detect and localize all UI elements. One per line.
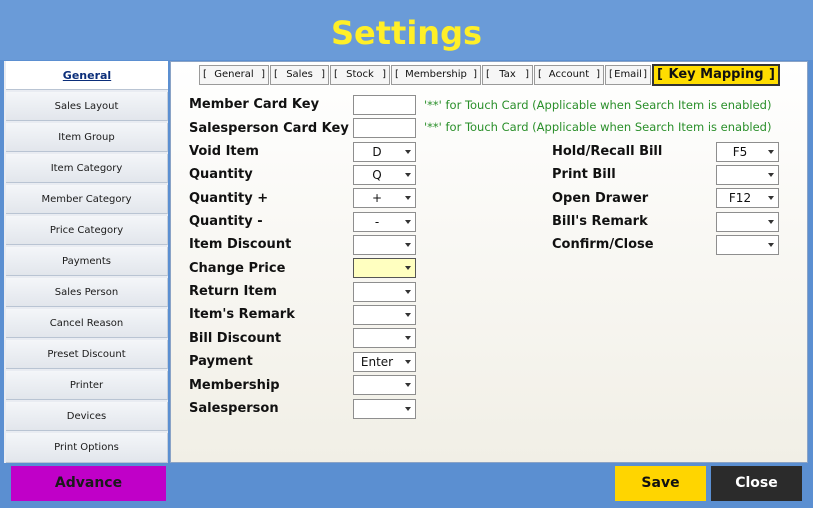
sidebar-item-general[interactable]: General [6, 61, 168, 90]
sidebar-item-item-group[interactable]: Item Group [6, 123, 168, 152]
tab-tax[interactable]: [Tax] [482, 65, 533, 85]
sidebar: General Sales Layout Item Group Item Cat… [4, 61, 168, 463]
quantity-plus-select[interactable]: + [353, 188, 416, 208]
chevron-down-icon [405, 173, 411, 177]
advance-button[interactable]: Advance [11, 466, 166, 501]
salesperson-card-key-label: Salesperson Card Key [189, 121, 349, 136]
payment-select[interactable]: Enter [353, 352, 416, 372]
sidebar-item-price-category[interactable]: Price Category [6, 216, 168, 245]
item-discount-select[interactable] [353, 235, 416, 255]
chevron-down-icon [768, 243, 774, 247]
return-item-label: Return Item [189, 284, 277, 299]
change-price-select[interactable] [353, 258, 416, 278]
sidebar-item-cancel-reason[interactable]: Cancel Reason [6, 309, 168, 338]
tab-sales[interactable]: [Sales] [270, 65, 329, 85]
confirm-close-label: Confirm/Close [552, 237, 654, 252]
change-price-label: Change Price [189, 261, 286, 276]
tab-general[interactable]: [General] [199, 65, 269, 85]
member-card-key-input[interactable] [353, 95, 416, 115]
sidebar-item-printer[interactable]: Printer [6, 371, 168, 400]
page-title: Settings [330, 14, 483, 52]
chevron-down-icon [405, 243, 411, 247]
sidebar-item-payments[interactable]: Payments [6, 247, 168, 276]
membership-select[interactable] [353, 375, 416, 395]
sidebar-item-sales-layout[interactable]: Sales Layout [6, 92, 168, 121]
return-item-select[interactable] [353, 282, 416, 302]
chevron-down-icon [405, 383, 411, 387]
tab-membership[interactable]: [Membership] [391, 65, 481, 85]
sidebar-item-preset-discount[interactable]: Preset Discount [6, 340, 168, 369]
tab-key-mapping[interactable]: [Key Mapping] [652, 64, 780, 86]
salesperson-card-key-note: '**' for Touch Card (Applicable when Sea… [424, 120, 772, 134]
sidebar-item-devices[interactable]: Devices [6, 402, 168, 431]
item-discount-label: Item Discount [189, 237, 292, 252]
quantity-minus-label: Quantity - [189, 214, 263, 229]
tab-account[interactable]: [Account] [534, 65, 604, 85]
bill-remark-select[interactable] [716, 212, 779, 232]
bill-discount-select[interactable] [353, 328, 416, 348]
member-card-key-note: '**' for Touch Card (Applicable when Sea… [424, 98, 772, 112]
chevron-down-icon [405, 407, 411, 411]
save-button[interactable]: Save [615, 466, 706, 501]
item-remark-select[interactable] [353, 305, 416, 325]
sidebar-item-member-category[interactable]: Member Category [6, 185, 168, 214]
chevron-down-icon [405, 196, 411, 200]
chevron-down-icon [405, 150, 411, 154]
salesperson-card-key-input[interactable] [353, 118, 416, 138]
tab-stock[interactable]: [Stock] [330, 65, 390, 85]
item-remark-label: Item's Remark [189, 307, 295, 322]
tab-email[interactable]: [Email] [605, 65, 651, 85]
payment-label: Payment [189, 354, 253, 369]
chevron-down-icon [405, 336, 411, 340]
chevron-down-icon [405, 290, 411, 294]
print-bill-label: Print Bill [552, 167, 616, 182]
quantity-select[interactable]: Q [353, 165, 416, 185]
confirm-close-select[interactable] [716, 235, 779, 255]
chevron-down-icon [405, 360, 411, 364]
salesperson-label: Salesperson [189, 401, 279, 416]
member-card-key-label: Member Card Key [189, 97, 320, 112]
open-drawer-select[interactable]: F12 [716, 188, 779, 208]
hold-recall-bill-label: Hold/Recall Bill [552, 144, 663, 159]
chevron-down-icon [768, 150, 774, 154]
chevron-down-icon [405, 266, 411, 270]
salesperson-select[interactable] [353, 399, 416, 419]
close-button[interactable]: Close [711, 466, 802, 501]
chevron-down-icon [405, 220, 411, 224]
header-bar: Settings [0, 0, 813, 60]
open-drawer-label: Open Drawer [552, 191, 649, 206]
membership-label: Membership [189, 378, 280, 393]
quantity-label: Quantity [189, 167, 253, 182]
quantity-minus-select[interactable]: - [353, 212, 416, 232]
tab-bar: [General] [Sales] [Stock] [Membership] [… [199, 64, 783, 87]
chevron-down-icon [405, 313, 411, 317]
quantity-plus-label: Quantity + [189, 191, 269, 206]
settings-panel: [General] [Sales] [Stock] [Membership] [… [170, 61, 808, 463]
bill-remark-label: Bill's Remark [552, 214, 648, 229]
chevron-down-icon [768, 220, 774, 224]
void-item-select[interactable]: D [353, 142, 416, 162]
chevron-down-icon [768, 196, 774, 200]
chevron-down-icon [768, 173, 774, 177]
bill-discount-label: Bill Discount [189, 331, 282, 346]
sidebar-item-print-options[interactable]: Print Options [6, 433, 168, 463]
void-item-label: Void Item [189, 144, 259, 159]
sidebar-item-item-category[interactable]: Item Category [6, 154, 168, 183]
hold-recall-bill-select[interactable]: F5 [716, 142, 779, 162]
sidebar-item-sales-person[interactable]: Sales Person [6, 278, 168, 307]
print-bill-select[interactable] [716, 165, 779, 185]
